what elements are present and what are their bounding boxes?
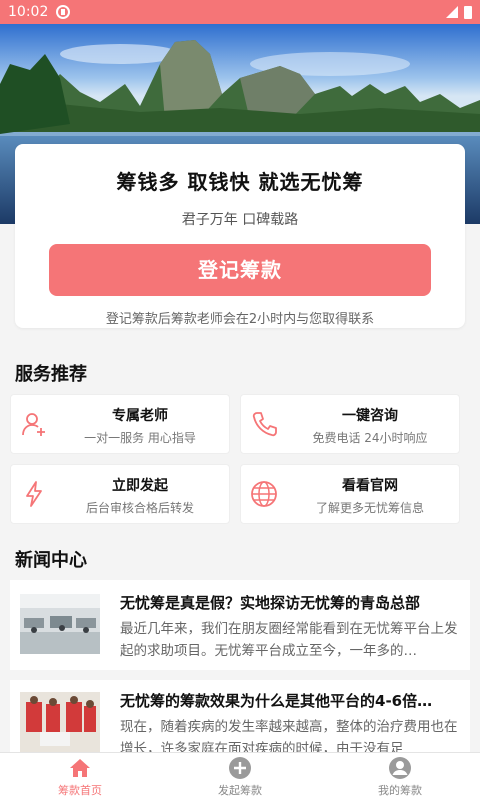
news-thumbnail xyxy=(20,594,100,654)
promo-card: 筹钱多 取钱快 就选无忧筹 君子万年 口碑载路 登记筹款 登记筹款后筹款老师会在… xyxy=(15,144,465,328)
service-title: 一键咨询 xyxy=(342,408,398,424)
tab-label: 发起筹款 xyxy=(218,783,262,797)
plus-circle-icon xyxy=(229,756,251,779)
tab-my-fundraising[interactable]: 我的筹款 xyxy=(320,753,480,800)
news-item[interactable]: 无忧筹的筹款效果为什么是其他平台的4-6倍… 现在，随着疾病的发生率越来越高，整… xyxy=(10,680,470,757)
news-excerpt: 最近几年来，我们在朋友圈经常能看到在无忧筹平台上发起的求助项目。无忧筹平台成立至… xyxy=(120,621,458,659)
news-thumbnail xyxy=(20,692,100,752)
service-card-official-site[interactable]: 看看官网 了解更多无忧筹信息 xyxy=(240,464,460,524)
news-title: 无忧筹的筹款效果为什么是其他平台的4-6倍… xyxy=(120,692,433,710)
news-title: 无忧筹是真是假？实地探访无忧筹的青岛总部 xyxy=(120,594,421,612)
service-title: 看看官网 xyxy=(342,478,398,494)
bottom-navigation: 筹款首页 发起筹款 我的筹款 xyxy=(0,752,480,800)
status-bar: 10:02 xyxy=(0,0,480,24)
tab-start-fundraising[interactable]: 发起筹款 xyxy=(160,753,320,800)
service-card-exclusive-teacher[interactable]: 专属老师 一对一服务 用心指导 xyxy=(10,394,230,454)
service-desc: 后台审核合格后转发 xyxy=(85,501,194,515)
globe-icon xyxy=(251,481,277,507)
status-time: 10:02 xyxy=(8,4,49,20)
tab-label: 筹款首页 xyxy=(58,783,102,797)
tab-label: 我的筹款 xyxy=(378,783,422,797)
promo-title: 筹钱多 取钱快 就选无忧筹 xyxy=(116,170,364,194)
services-section-title: 服务推荐 xyxy=(15,364,87,385)
register-fundraising-button[interactable]: 登记筹款 xyxy=(49,244,431,296)
service-title: 立即发起 xyxy=(112,478,168,494)
battery-icon xyxy=(464,5,472,19)
lightning-icon xyxy=(26,481,42,507)
phone-icon xyxy=(252,412,277,437)
promo-note: 登记筹款后筹款老师会在2小时内与您取得联系 xyxy=(105,312,375,327)
tab-home[interactable]: 筹款首页 xyxy=(0,753,160,800)
notification-app-icon xyxy=(56,5,71,19)
promo-subtitle: 君子万年 口碑载路 xyxy=(181,212,299,228)
service-desc: 一对一服务 用心指导 xyxy=(84,431,196,445)
service-desc: 了解更多无忧筹信息 xyxy=(315,501,424,515)
signal-icon xyxy=(446,6,458,18)
service-card-consult[interactable]: 一键咨询 免费电话 24小时响应 xyxy=(240,394,460,454)
service-title: 专属老师 xyxy=(112,408,168,424)
news-section-title: 新闻中心 xyxy=(15,550,87,571)
news-item[interactable]: 无忧筹是真是假？实地探访无忧筹的青岛总部 最近几年来，我们在朋友圈经常能看到在无… xyxy=(10,580,470,670)
home-icon xyxy=(70,758,90,777)
service-desc: 免费电话 24小时响应 xyxy=(312,431,428,445)
user-circle-icon xyxy=(389,756,411,779)
user-plus-icon xyxy=(22,413,45,436)
service-card-start-now[interactable]: 立即发起 后台审核合格后转发 xyxy=(10,464,230,524)
